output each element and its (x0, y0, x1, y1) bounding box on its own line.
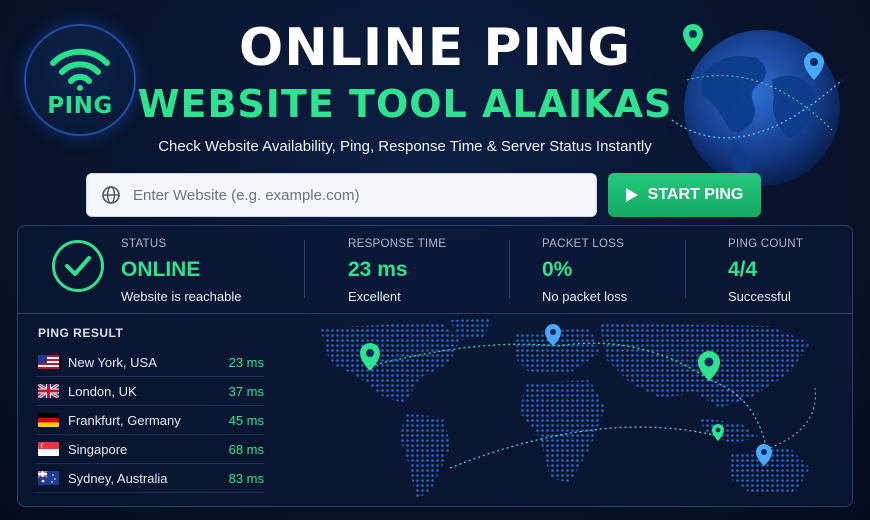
website-input[interactable] (133, 186, 573, 204)
stat-sub: Successful (728, 289, 791, 304)
globe-illustration (671, 24, 843, 186)
divider (304, 240, 305, 298)
stat-value: ONLINE (121, 258, 201, 281)
result-location: Sydney, Australia (68, 470, 168, 486)
stat-ping-count: PING COUNT 4/4 Successful (728, 238, 803, 304)
result-row: New York, USA 23 ms (36, 348, 264, 377)
au-flag-icon (38, 471, 59, 485)
stat-sub: No packet loss (542, 289, 628, 304)
check-circle-icon (52, 240, 104, 292)
result-time: 45 ms (228, 412, 264, 428)
stat-sub: Website is reachable (121, 289, 242, 304)
result-location: Singapore (68, 441, 128, 457)
uk-flag-icon (38, 384, 59, 398)
start-ping-button[interactable]: START PING (608, 173, 761, 217)
result-row: Singapore 68 ms (36, 435, 264, 464)
result-time: 83 ms (228, 470, 264, 486)
stat-packet-loss: PACKET LOSS 0% No packet loss (542, 238, 627, 304)
result-location: Frankfurt, Germany (68, 412, 181, 428)
result-time: 23 ms (228, 354, 264, 370)
result-time: 68 ms (228, 441, 264, 457)
result-time: 37 ms (228, 383, 264, 399)
result-row: London, UK 37 ms (36, 377, 264, 406)
start-ping-label: START PING (647, 186, 744, 203)
location-pin-icon (683, 24, 703, 52)
stat-value: 23 ms (348, 258, 408, 281)
world-map (320, 318, 816, 498)
play-icon (625, 188, 638, 202)
result-location: London, UK (68, 383, 137, 399)
result-row: Sydney, Australia 83 ms (36, 464, 264, 493)
globe-icon (102, 186, 120, 204)
stat-value: 0% (542, 258, 573, 281)
stat-sub: Excellent (348, 289, 401, 304)
us-flag-icon (38, 355, 59, 369)
sg-flag-icon (38, 442, 59, 456)
de-flag-icon (38, 413, 59, 427)
stat-status: STATUS ONLINE Website is reachable (121, 238, 241, 304)
stat-label: PING COUNT (728, 238, 804, 250)
stat-label: STATUS (121, 238, 167, 250)
results-panel: STATUS ONLINE Website is reachable RESPO… (17, 225, 853, 507)
stat-response-time: RESPONSE TIME 23 ms Excellent (348, 238, 446, 304)
divider (685, 240, 686, 298)
stat-label: RESPONSE TIME (348, 238, 447, 250)
search-box (86, 173, 597, 217)
stat-value: 4/4 (728, 258, 758, 281)
stat-label: PACKET LOSS (542, 238, 625, 250)
stats-row: STATUS ONLINE Website is reachable RESPO… (18, 226, 852, 313)
divider (18, 313, 852, 314)
divider (509, 240, 510, 298)
result-location: New York, USA (68, 354, 157, 370)
ping-result-title: PING RESULT (38, 326, 124, 340)
result-row: Frankfurt, Germany 45 ms (36, 406, 264, 435)
